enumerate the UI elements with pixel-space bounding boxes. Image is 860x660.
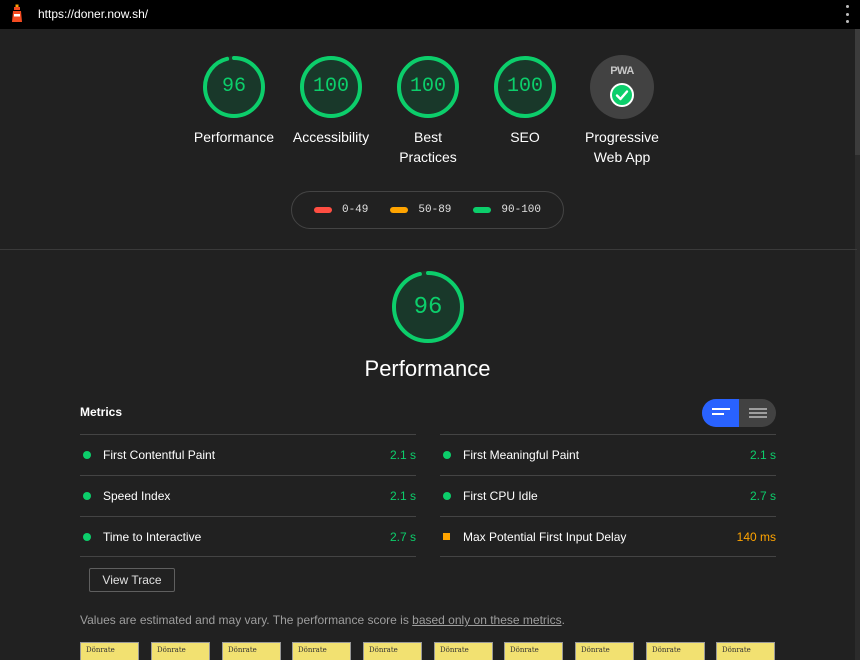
filmstrip-frame: Dönrate bbox=[151, 642, 210, 660]
note-suffix: . bbox=[561, 613, 565, 627]
performance-gauge: 96 bbox=[391, 270, 465, 344]
gauge-label: SEO bbox=[510, 129, 540, 145]
pwa-badge-text: PWA bbox=[610, 65, 634, 77]
filmstrip-frame: Dönrate bbox=[504, 642, 563, 660]
toggle-compact-view[interactable] bbox=[702, 399, 739, 427]
pwa-badge: PWA bbox=[590, 55, 654, 119]
filmstrip-frame: Dönrate bbox=[363, 642, 422, 660]
performance-title: Performance bbox=[364, 356, 491, 381]
metrics-docs-link[interactable]: based only on these metrics bbox=[412, 613, 561, 627]
gauge-score: 100 bbox=[506, 75, 543, 98]
legend-item-fail: 0-49 bbox=[313, 204, 369, 216]
metric-label: First CPU Idle bbox=[463, 489, 538, 503]
gauge-label: Accessibility bbox=[292, 129, 370, 145]
section-divider bbox=[0, 249, 857, 250]
frame-text: Dönrate bbox=[440, 646, 469, 654]
view-trace-button[interactable]: View Trace bbox=[89, 568, 175, 592]
metric-value: 2.1 s bbox=[389, 448, 416, 462]
gauge-pwa[interactable]: PWA Progressive Web App bbox=[572, 55, 672, 167]
gauge-label: Progressive Web App bbox=[585, 129, 659, 165]
gauge-label: Best Practices bbox=[399, 129, 457, 165]
toggle-expanded-view[interactable] bbox=[739, 399, 776, 427]
metrics-column-left: First Contentful Paint 2.1 s Speed Index… bbox=[80, 434, 416, 557]
frame-text: Dönrate bbox=[652, 646, 681, 654]
score-legend: 0-49 50-89 90-100 bbox=[291, 191, 564, 229]
frame-text: Dönrate bbox=[581, 646, 610, 654]
legend-swatch bbox=[390, 207, 409, 213]
pass-indicator-icon bbox=[83, 492, 91, 500]
gauge-score: 100 bbox=[409, 75, 446, 98]
summary-gauges: 96 Performance 100 Accessibility 100 Bes… bbox=[0, 55, 860, 175]
metrics-note: Values are estimated and may vary. The p… bbox=[80, 613, 565, 627]
metric-row: Speed Index 2.1 s bbox=[80, 475, 416, 516]
pass-indicator-icon bbox=[443, 451, 451, 459]
filmstrip-frame: Dönrate bbox=[434, 642, 493, 660]
frame-text: Dönrate bbox=[86, 646, 115, 654]
metric-value: 2.1 s bbox=[749, 448, 776, 462]
metric-row: Time to Interactive 2.7 s bbox=[80, 516, 416, 557]
frame-text: Dönrate bbox=[510, 646, 539, 654]
metric-row: First Meaningful Paint 2.1 s bbox=[440, 434, 776, 475]
average-indicator-icon bbox=[443, 533, 450, 540]
filmstrip-frame: Dönrate bbox=[575, 642, 634, 660]
legend-range: 0-49 bbox=[341, 204, 369, 216]
filmstrip-frame: Dönrate bbox=[222, 642, 281, 660]
page-url[interactable]: https://doner.now.sh/ bbox=[38, 7, 148, 21]
pass-indicator-icon bbox=[83, 451, 91, 459]
check-icon bbox=[610, 83, 634, 107]
legend-range: 50-89 bbox=[418, 204, 452, 216]
metrics-heading: Metrics bbox=[80, 405, 123, 419]
frame-text: Dönrate bbox=[157, 646, 186, 654]
legend-swatch bbox=[473, 207, 492, 213]
gauge-performance[interactable]: 96 Performance bbox=[184, 55, 284, 147]
metric-value: 2.7 s bbox=[389, 530, 416, 544]
compact-list-icon bbox=[712, 408, 730, 418]
gauge-accessibility[interactable]: 100 Accessibility bbox=[281, 55, 381, 147]
pass-indicator-icon bbox=[443, 492, 451, 500]
gauge-score: 96 bbox=[221, 75, 246, 98]
metric-label: Time to Interactive bbox=[103, 530, 202, 544]
metric-label: First Contentful Paint bbox=[103, 448, 216, 462]
legend-item-average: 50-89 bbox=[390, 204, 451, 216]
frame-text: Dönrate bbox=[369, 646, 398, 654]
metric-label: Max Potential First Input Delay bbox=[463, 530, 627, 544]
legend-range: 90-100 bbox=[501, 204, 542, 216]
metric-label: First Meaningful Paint bbox=[463, 448, 580, 462]
metric-value: 2.1 s bbox=[389, 489, 416, 503]
metric-value: 2.7 s bbox=[749, 489, 776, 503]
top-bar: https://doner.now.sh/ bbox=[0, 0, 860, 29]
frame-text: Dönrate bbox=[722, 646, 751, 654]
lighthouse-logo-icon bbox=[12, 4, 22, 22]
frame-text: Dönrate bbox=[228, 646, 257, 654]
note-text: Values are estimated and may vary. The p… bbox=[80, 613, 413, 627]
legend-swatch bbox=[313, 207, 332, 213]
metric-row: Max Potential First Input Delay 140 ms bbox=[440, 516, 776, 557]
metric-value: 140 ms bbox=[736, 530, 776, 544]
metrics-view-toggle[interactable] bbox=[702, 399, 776, 427]
expanded-list-icon bbox=[749, 408, 767, 418]
metrics-column-right: First Meaningful Paint 2.1 s First CPU I… bbox=[440, 434, 776, 557]
performance-score: 96 bbox=[413, 294, 443, 321]
metric-row: First CPU Idle 2.7 s bbox=[440, 475, 776, 516]
pass-indicator-icon bbox=[83, 533, 91, 541]
metric-label: Speed Index bbox=[103, 489, 171, 503]
filmstrip-frame: Dönrate bbox=[80, 642, 139, 660]
filmstrip-frame: Dönrate bbox=[292, 642, 351, 660]
filmstrip-frame: Dönrate bbox=[646, 642, 705, 660]
gauge-score: 100 bbox=[312, 75, 349, 98]
gauge-label: Performance bbox=[193, 129, 275, 145]
filmstrip-frame: Dönrate bbox=[716, 642, 775, 660]
frame-text: Dönrate bbox=[298, 646, 327, 654]
gauge-seo[interactable]: 100 SEO bbox=[475, 55, 575, 147]
more-options-icon[interactable] bbox=[843, 5, 851, 23]
metric-row: First Contentful Paint 2.1 s bbox=[80, 434, 416, 475]
legend-item-pass: 90-100 bbox=[473, 204, 541, 216]
gauge-best-practices[interactable]: 100 Best Practices bbox=[378, 55, 478, 167]
